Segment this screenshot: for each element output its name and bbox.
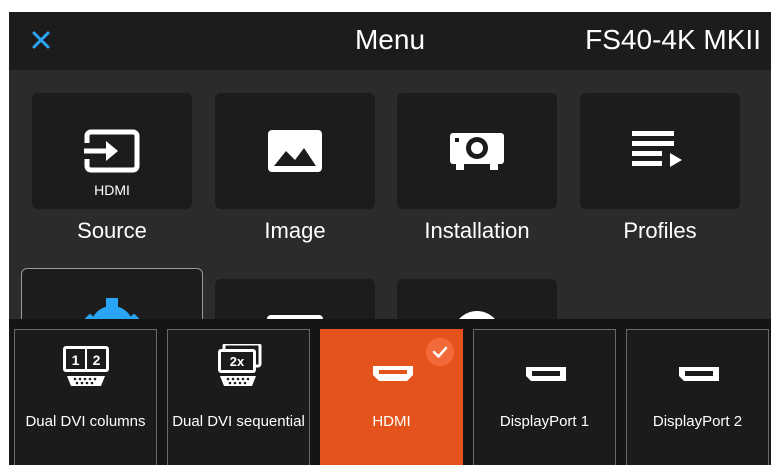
selected-check-icon: [426, 338, 454, 366]
dual-dvi-columns-icon: 1 2: [63, 346, 109, 386]
playlist-icon: [632, 131, 682, 167]
menu-tile-source[interactable]: HDMI: [32, 93, 192, 209]
source-option-displayport-1[interactable]: DisplayPort 1: [473, 329, 616, 465]
displayport-icon: [526, 367, 566, 381]
source-option-label: Dual DVI columns: [25, 413, 146, 430]
hdmi-port-icon: [373, 366, 413, 381]
menu-tile-installation[interactable]: [397, 93, 557, 209]
header-bar: Menu FS40-4K MKII: [9, 12, 771, 70]
displayport-icon: [679, 367, 719, 381]
image-icon: [268, 130, 322, 172]
device-model: FS40-4K MKII: [585, 24, 761, 55]
source-option-dual-dvi-columns[interactable]: 1 2 Dual DVI columns: [14, 329, 157, 465]
source-current: HDMI: [94, 182, 130, 198]
menu-label-profiles: Profiles: [623, 218, 697, 243]
screen: Menu FS40-4K MKII HDMI Source Image Inst…: [9, 12, 771, 465]
source-option-dual-dvi-sequential[interactable]: 2x Dual DVI sequential: [167, 329, 310, 465]
menu-tile-image[interactable]: [215, 93, 375, 209]
menu-label-image: Image: [264, 218, 326, 243]
dual-dvi-sequential-icon: 2x: [218, 344, 262, 386]
source-option-displayport-2[interactable]: DisplayPort 2: [626, 329, 769, 465]
badge-2: 2: [93, 352, 101, 368]
source-option-label: DisplayPort 1: [499, 413, 590, 430]
menu-label-source: Source: [77, 218, 147, 243]
menu-label-installation: Installation: [424, 218, 530, 243]
source-option-hdmi[interactable]: HDMI: [320, 329, 463, 465]
menu-tile-profiles[interactable]: [580, 93, 740, 209]
source-option-label: Dual DVI sequential: [172, 413, 305, 430]
badge-1: 1: [72, 352, 80, 368]
source-drawer: 1 2 Dual DVI columns 2x Dual DVI sequent…: [9, 319, 771, 465]
source-option-label: HDMI: [372, 413, 411, 430]
source-option-label: DisplayPort 2: [652, 413, 743, 430]
input-icon: [84, 129, 140, 173]
projector-icon: [450, 133, 504, 170]
badge-2x: 2x: [230, 354, 245, 369]
